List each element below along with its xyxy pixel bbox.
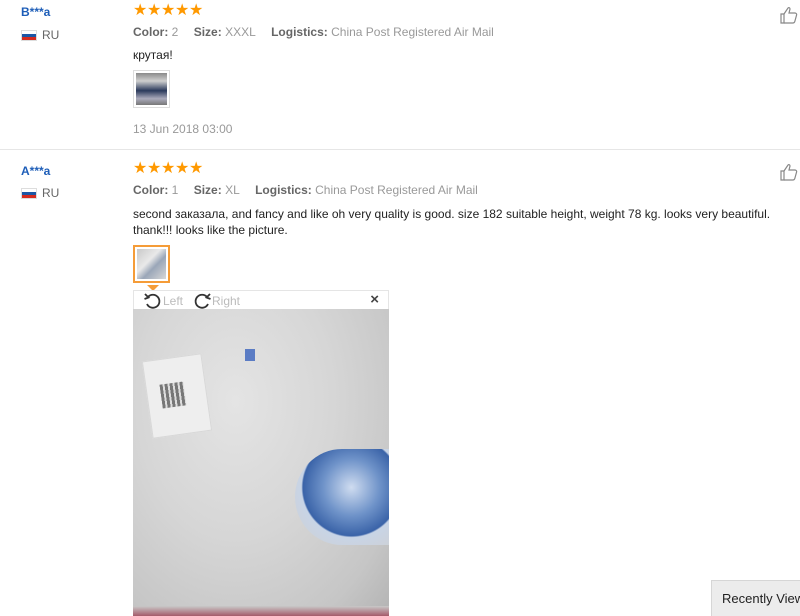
country-code: RU [42, 186, 60, 200]
star-icon: ★ [175, 2, 190, 19]
rotate-right-icon [194, 293, 211, 309]
star-icon: ★ [133, 160, 148, 177]
star-rating: ★ ★ ★ ★ ★ [133, 2, 204, 19]
star-icon: ★ [161, 2, 176, 19]
logistics-label: Logistics: [255, 183, 312, 197]
review-photo-thumbnail[interactable] [133, 70, 170, 108]
rotate-right-label: Right [212, 294, 241, 308]
logistics-value: China Post Registered Air Mail [331, 25, 494, 39]
review-text: крутая! [133, 48, 173, 62]
star-icon: ★ [147, 2, 162, 19]
color-value: 1 [171, 183, 179, 197]
color-label: Color: [133, 183, 169, 197]
color-label: Color: [133, 25, 169, 39]
review-date: 13 Jun 2018 03:00 [133, 122, 233, 136]
rotate-right-button[interactable]: Right [192, 292, 240, 310]
star-icon: ★ [161, 160, 176, 177]
review-photo [133, 309, 389, 616]
size-value: XL [225, 183, 240, 197]
review-text: second заказала, and fancy and like oh v… [133, 206, 788, 238]
order-attributes: Color: 1 Size: XL Logistics: China Post … [133, 183, 478, 197]
russia-flag-icon [21, 187, 37, 199]
reviewer-country: RU [21, 186, 59, 200]
close-icon[interactable]: × [370, 291, 379, 308]
review-item: B***a RU ★ ★ ★ ★ ★ Color: 2 Size: XXXL L… [0, 0, 800, 150]
logistics-label: Logistics: [271, 25, 328, 39]
rotate-left-button[interactable]: Left [143, 292, 183, 310]
order-attributes: Color: 2 Size: XXXL Logistics: China Pos… [133, 25, 494, 39]
size-value: XXXL [225, 25, 256, 39]
review-photo-thumbnail-selected[interactable] [133, 245, 170, 283]
star-icon: ★ [189, 160, 204, 177]
reviewer-country: RU [21, 28, 59, 42]
thumbs-up-icon[interactable] [780, 163, 798, 181]
star-icon: ★ [133, 2, 148, 19]
rotate-left-label: Left [163, 294, 184, 308]
review-text-line: second заказала, and fancy and like oh v… [133, 207, 771, 221]
star-icon: ★ [189, 2, 204, 19]
size-label: Size: [193, 183, 222, 197]
reviewer-name: B***a [21, 5, 51, 19]
thumbs-up-icon[interactable] [780, 6, 798, 24]
star-icon: ★ [147, 160, 162, 177]
rotate-left-icon [144, 293, 161, 309]
star-rating: ★ ★ ★ ★ ★ [133, 160, 204, 177]
review-item: A***a RU ★ ★ ★ ★ ★ Color: 1 Size: XL Log… [0, 151, 800, 616]
logistics-value: China Post Registered Air Mail [315, 183, 478, 197]
size-label: Size: [193, 25, 222, 39]
color-value: 2 [171, 25, 179, 39]
photo-viewer-toolbar: Left Right × [133, 290, 389, 309]
star-icon: ★ [175, 160, 190, 177]
review-text-line: thank!!! looks like the picture. [133, 223, 288, 237]
reviewer-name: A***a [21, 164, 51, 178]
country-code: RU [42, 28, 60, 42]
photo-viewer: Left Right × [133, 290, 389, 616]
russia-flag-icon [21, 29, 37, 41]
recently-viewed-tab[interactable]: Recently Viewed [711, 580, 800, 616]
